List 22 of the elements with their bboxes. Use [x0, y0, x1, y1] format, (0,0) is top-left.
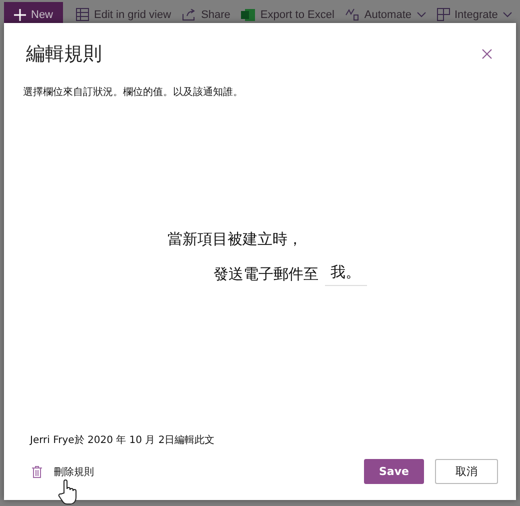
toolbar-button[interactable]: Integrate	[432, 8, 516, 21]
spreadsheet-icon	[241, 8, 256, 20]
recipient-field[interactable]: 我。	[324, 263, 366, 286]
delete-rule-link[interactable]: 刪除規則	[54, 464, 94, 478]
trash-icon	[32, 466, 42, 478]
plus-icon	[14, 8, 26, 20]
dialog-title: 編輯規則	[26, 42, 102, 67]
toolbar-button[interactable]: Export to Excel	[237, 8, 338, 20]
rule-action: 發送電子郵件至	[214, 265, 318, 284]
flow-icon	[345, 8, 360, 21]
toolbar-button[interactable]: Share	[178, 8, 234, 20]
layout-icon	[436, 8, 450, 21]
close-button[interactable]	[480, 47, 494, 61]
cancel-button[interactable]: 取消	[435, 459, 498, 484]
grid-icon	[76, 8, 90, 21]
share-icon	[182, 8, 196, 20]
edited-by-text: Jerri Frye於 2020 年 10 月 2日編輯此文	[30, 434, 216, 447]
dialog-description: 選擇欄位來自訂狀況。欄位的值。以及該通知誰。	[23, 86, 244, 99]
save-button[interactable]: Save	[364, 459, 424, 484]
toolbar-button[interactable]: Edit in grid view	[72, 8, 176, 21]
toolbar-button[interactable]: Automate	[341, 8, 430, 21]
rule-condition: 當新項目被建立時，	[168, 230, 302, 249]
